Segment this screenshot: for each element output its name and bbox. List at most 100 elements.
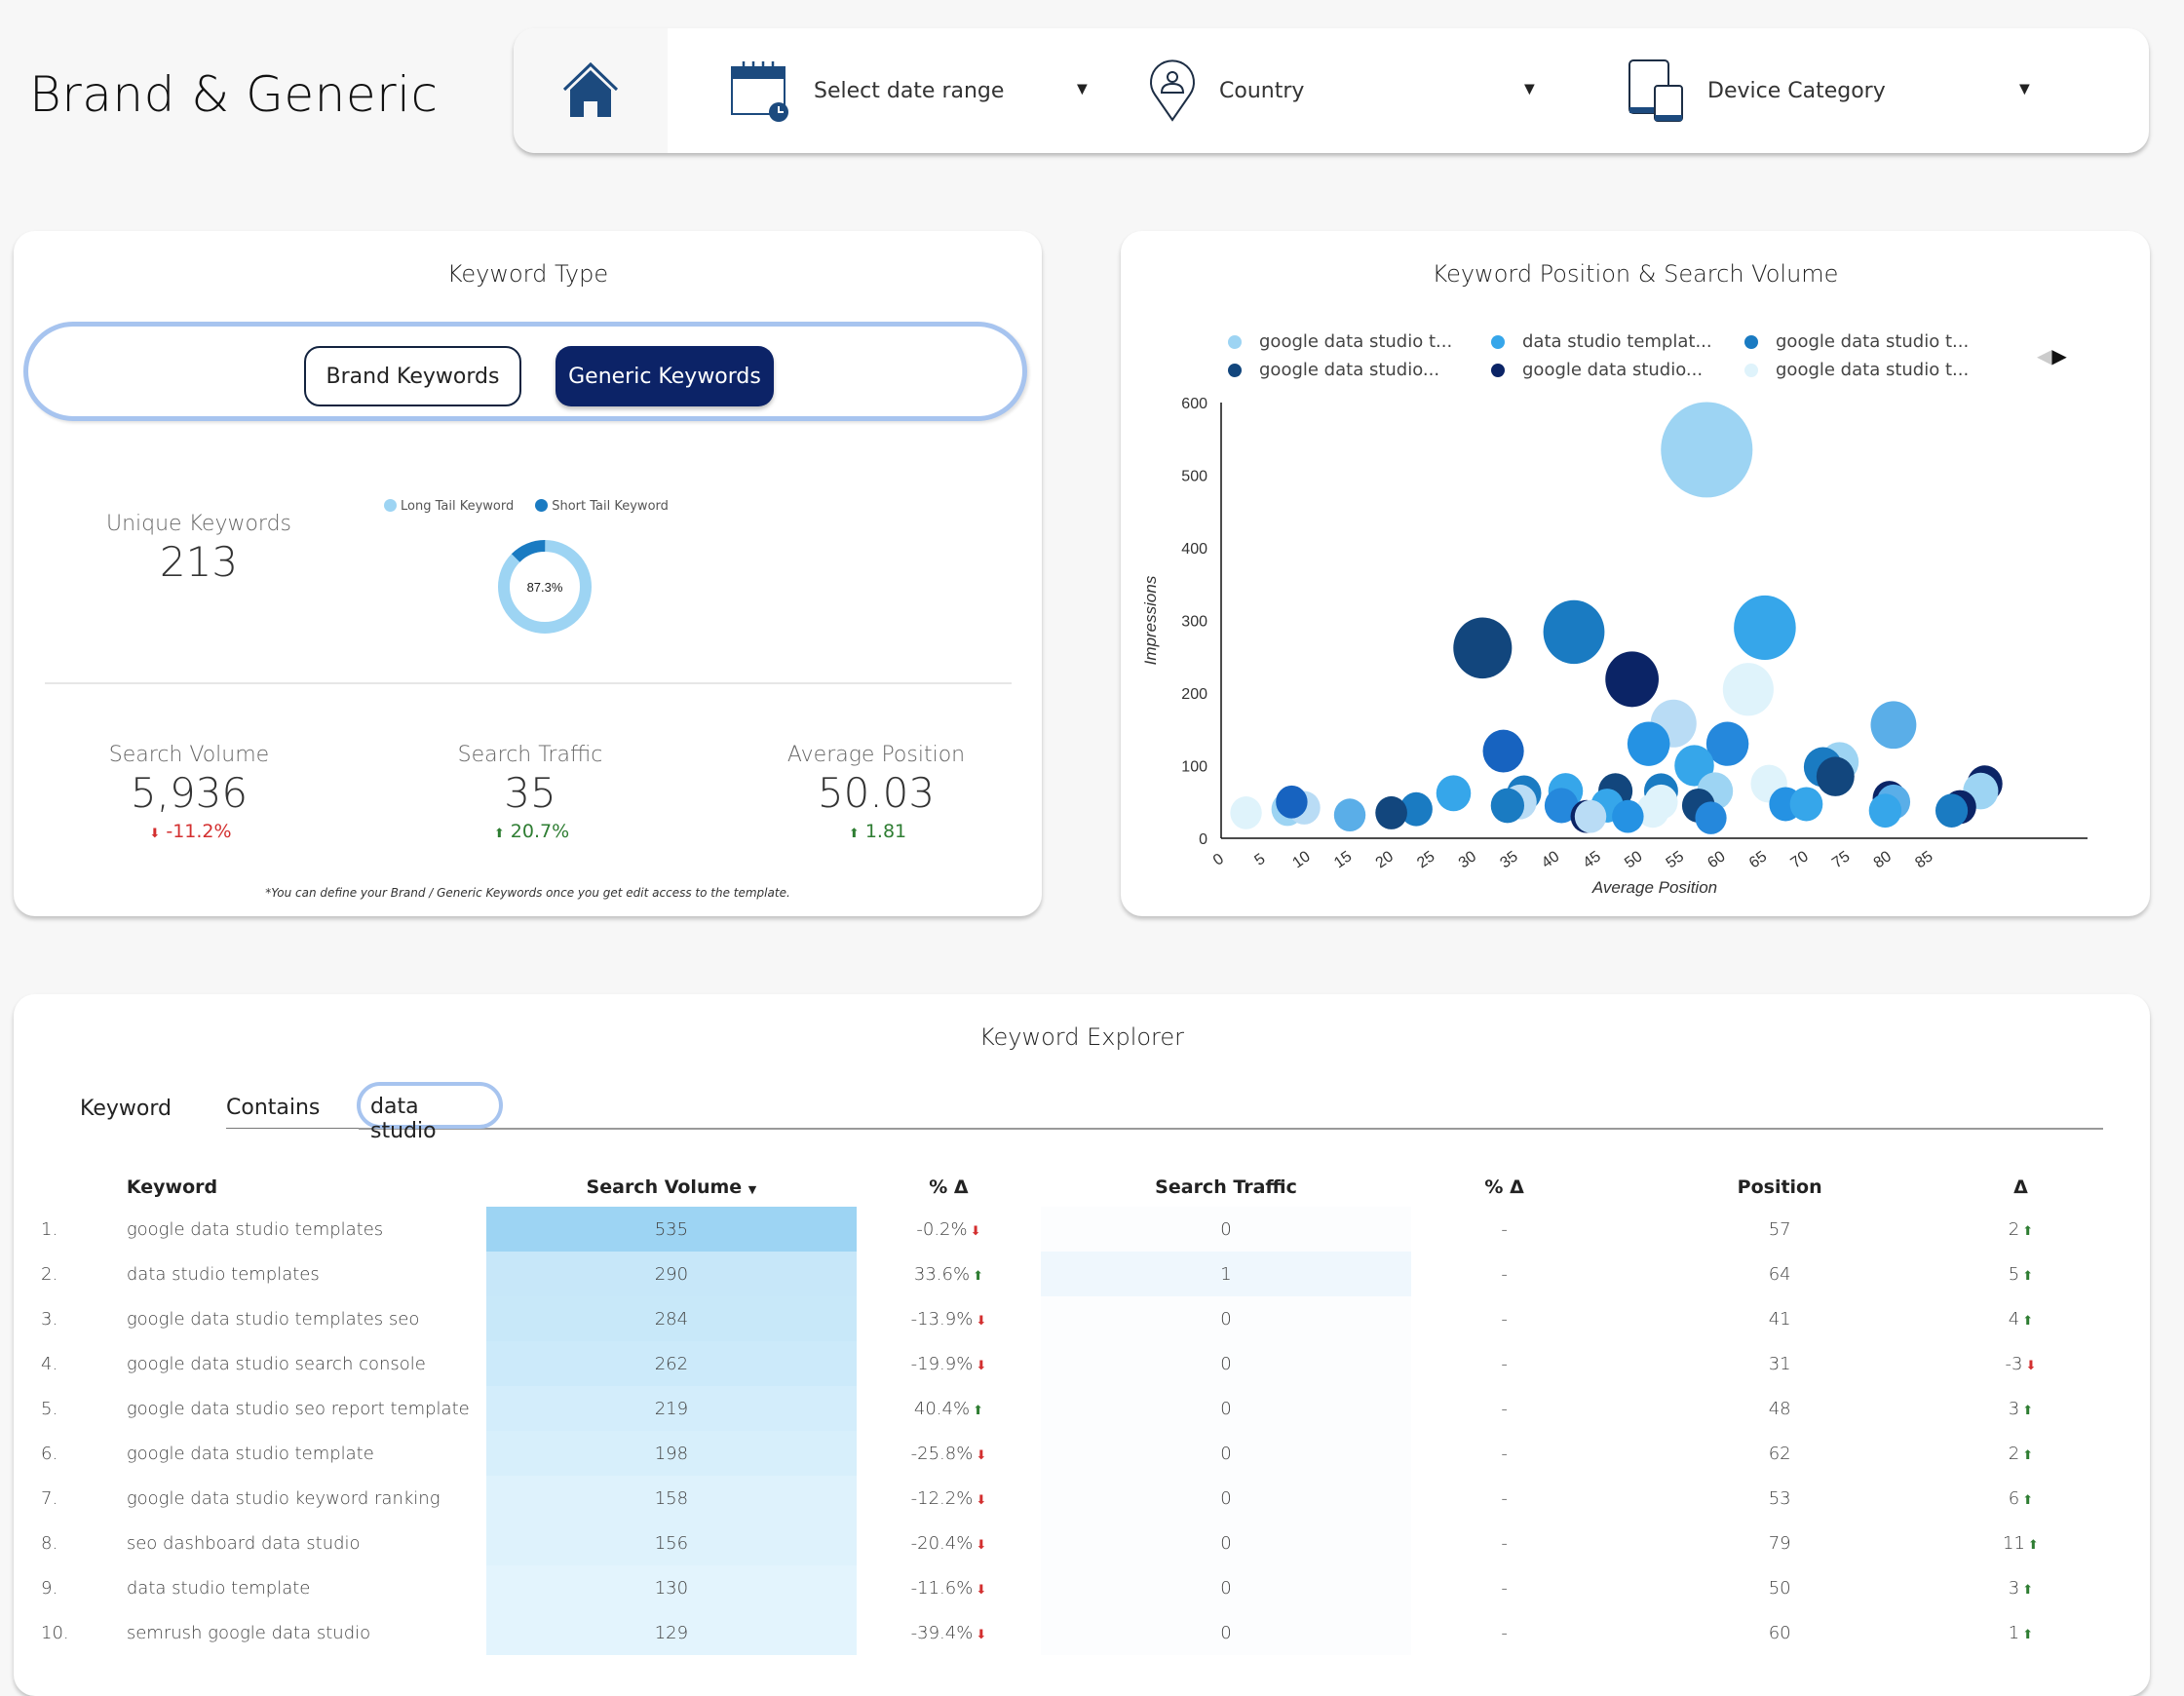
search-traffic-delta: ⬆ 20.7% bbox=[413, 821, 647, 842]
legend-label: google data studio... bbox=[1522, 360, 1704, 380]
arrow-up-icon: ⬆ bbox=[973, 1403, 983, 1418]
scatter-bubble[interactable] bbox=[1574, 799, 1607, 833]
scatter-bubble[interactable] bbox=[1868, 793, 1902, 829]
legend-item[interactable]: google data studio t... bbox=[1744, 360, 1998, 380]
scatter-bubble[interactable] bbox=[1453, 617, 1513, 679]
legend-next-icon[interactable]: ▶ bbox=[2051, 344, 2066, 367]
table-row[interactable]: 5. google data studio seo report template… bbox=[33, 1386, 2080, 1431]
arrow-up-icon: ⬆ bbox=[2022, 1447, 2034, 1463]
scatter-bubble[interactable] bbox=[1490, 788, 1525, 824]
scatter-bubble[interactable] bbox=[1436, 775, 1472, 812]
table-row[interactable]: 7. google data studio keyword ranking 158 -… bbox=[33, 1476, 2080, 1521]
delta-value: 20.7% bbox=[510, 821, 570, 842]
legend-dot bbox=[1491, 363, 1505, 377]
page-title: Brand & Generic bbox=[29, 66, 439, 123]
traffic-delta-cell: - bbox=[1501, 1577, 1508, 1599]
search-traffic-cell: 0 bbox=[1041, 1386, 1411, 1431]
cell-value: 5 bbox=[2008, 1263, 2020, 1285]
scatter-bubble[interactable] bbox=[1870, 701, 1917, 750]
filter-value-input[interactable]: data studio bbox=[357, 1082, 503, 1143]
column-header-volume-delta[interactable]: % Δ bbox=[857, 1168, 1042, 1207]
cell-value: 0 bbox=[1220, 1308, 1232, 1330]
legend-item[interactable]: google data studio t... bbox=[1228, 331, 1491, 352]
scatter-bubble[interactable] bbox=[1627, 721, 1670, 766]
column-header-traffic-delta[interactable]: % Δ bbox=[1411, 1168, 1598, 1207]
table-row[interactable]: 4. google data studio search console 262 -1… bbox=[33, 1341, 2080, 1386]
search-traffic-cell: 0 bbox=[1041, 1565, 1411, 1610]
search-traffic-cell: 0 bbox=[1041, 1341, 1411, 1386]
arrow-down-icon: ⬇ bbox=[976, 1627, 987, 1642]
scatter-bubble[interactable] bbox=[1375, 795, 1407, 829]
volume-delta-cell: 33.6% ⬆ bbox=[857, 1252, 1042, 1296]
date-range-filter[interactable]: Select date range ▼ bbox=[668, 28, 1135, 153]
scatter-bubble[interactable] bbox=[1661, 402, 1753, 498]
x-tick-label: 0 bbox=[1210, 851, 1227, 869]
keyword-filter: Keyword Contains ▼ data studio bbox=[66, 1082, 2103, 1143]
filter-operator-value: Contains bbox=[226, 1096, 321, 1120]
divider bbox=[45, 682, 1012, 684]
date-range-label: Select date range bbox=[814, 78, 1005, 103]
scatter-bubble[interactable] bbox=[1333, 798, 1366, 832]
table-row[interactable]: 6. google data studio template 198 -25.8% ⬇ 0… bbox=[33, 1431, 2080, 1476]
scatter-bubble[interactable] bbox=[1612, 799, 1644, 833]
table-row[interactable]: 3. google data studio templates seo 284 -13… bbox=[33, 1296, 2080, 1341]
scatter-bubble[interactable] bbox=[1543, 599, 1605, 665]
arrow-up-icon: ⬆ bbox=[2022, 1268, 2034, 1284]
volume-delta-cell: -25.8% ⬇ bbox=[857, 1431, 1042, 1476]
position-delta-cell: 3 ⬆ bbox=[1962, 1386, 2080, 1431]
position-delta-cell: 3 ⬆ bbox=[1962, 1565, 2080, 1610]
column-header-search-volume[interactable]: Search Volume ▼ bbox=[486, 1168, 856, 1207]
generic-keywords-button[interactable]: Generic Keywords bbox=[556, 346, 774, 406]
column-header-search-traffic[interactable]: Search Traffic bbox=[1041, 1168, 1410, 1207]
y-tick-label: 200 bbox=[1181, 686, 1207, 703]
legend-item[interactable]: google data studio... bbox=[1228, 360, 1491, 380]
column-header-position[interactable]: Position bbox=[1597, 1168, 1961, 1207]
legend-item-short-tail[interactable]: Short Tail Keyword bbox=[535, 499, 669, 514]
brand-keywords-button[interactable]: Brand Keywords bbox=[304, 346, 521, 406]
scatter-bubble[interactable] bbox=[1789, 787, 1823, 822]
unique-keywords-kpi: Unique Keywords 213 bbox=[92, 512, 306, 586]
table-row[interactable]: 2. data studio templates 290 33.6% ⬆ 1-64 5 ⬆ bbox=[33, 1252, 2080, 1296]
column-header-position-delta[interactable]: Δ bbox=[1962, 1168, 2080, 1207]
table-row[interactable]: 1. google data studio templates 535 -0.2% ⬇ 0… bbox=[33, 1207, 2080, 1252]
cell-value: 535 bbox=[654, 1218, 689, 1240]
legend-dot bbox=[1744, 363, 1758, 377]
legend-item[interactable]: google data studio... bbox=[1491, 360, 1744, 380]
cell-value: 262 bbox=[654, 1353, 689, 1374]
scatter-bubble[interactable] bbox=[1734, 595, 1796, 661]
cell-value: -19.9% bbox=[910, 1353, 974, 1374]
scatter-bubble[interactable] bbox=[1482, 729, 1524, 773]
volume-delta-cell: -20.4% ⬇ bbox=[857, 1521, 1042, 1565]
keyword-cell: google data studio search console bbox=[126, 1353, 426, 1374]
scatter-bubble[interactable] bbox=[1230, 796, 1262, 829]
row-index: 8. bbox=[41, 1532, 58, 1554]
x-tick-label: 40 bbox=[1539, 848, 1562, 871]
scatter-bubble[interactable] bbox=[1695, 801, 1727, 834]
country-filter[interactable]: Country ▼ bbox=[1135, 28, 1628, 153]
cell-value: 33.6% bbox=[913, 1263, 971, 1285]
keyword-explorer-title: Keyword Explorer bbox=[978, 1023, 1185, 1051]
legend-prev-icon[interactable]: ◀ bbox=[2037, 344, 2051, 367]
device-category-filter[interactable]: Device Category ▼ bbox=[1628, 28, 2144, 153]
legend-item-long-tail[interactable]: Long Tail Keyword bbox=[384, 499, 514, 514]
scatter-bubble[interactable] bbox=[1935, 793, 1969, 828]
scatter-legend: google data studio t... data studio templ… bbox=[1228, 331, 2027, 380]
home-button[interactable] bbox=[514, 28, 668, 153]
volume-delta-cell: 40.4% ⬆ bbox=[857, 1386, 1042, 1431]
table-row[interactable]: 9. data studio template 130 -11.6% ⬇ 0 - 50 3 ⬆ bbox=[33, 1565, 2080, 1610]
cell-value: 6 bbox=[2008, 1487, 2020, 1509]
column-header-keyword[interactable]: Keyword bbox=[127, 1168, 486, 1207]
arrow-down-icon: ⬇ bbox=[976, 1313, 987, 1329]
legend-item[interactable]: data studio templat... bbox=[1491, 331, 1744, 352]
cell-value: 284 bbox=[654, 1308, 689, 1330]
traffic-delta-cell: - bbox=[1501, 1443, 1508, 1464]
scatter-bubble[interactable] bbox=[1276, 785, 1308, 819]
scatter-bubble[interactable] bbox=[1722, 663, 1774, 716]
scatter-bubble[interactable] bbox=[1816, 756, 1855, 796]
table-row[interactable]: 10. semrush google data studio 129 -39.4% ⬇ 0… bbox=[33, 1610, 2080, 1655]
table-row[interactable]: 8. seo dashboard data studio 156 -20.4% ⬇ 0 - 7… bbox=[33, 1521, 2080, 1565]
cell-value: 0 bbox=[1220, 1532, 1232, 1554]
y-tick-label: 100 bbox=[1181, 759, 1207, 776]
scatter-bubble[interactable] bbox=[1605, 651, 1659, 708]
legend-item[interactable]: google data studio t... bbox=[1744, 331, 1998, 352]
